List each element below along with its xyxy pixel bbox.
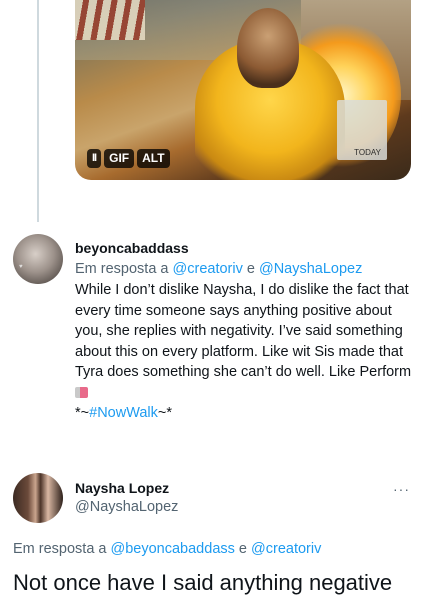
pause-icon[interactable]: II [87,149,102,168]
gif-media[interactable]: TODAY II GIF ALT [75,0,411,180]
display-name[interactable]: Naysha Lopez [75,480,169,496]
reply-prefix: Em resposta a [13,541,111,557]
thread-connector-line [37,0,39,222]
mention-link-creatoriv[interactable]: @creatoriv [251,541,321,557]
avatar-watermark: ♥ [19,264,23,270]
gif-awning [75,0,145,40]
gif-person [237,8,299,88]
tweet-body: While I don’t dislike Naysha, I do disli… [75,282,412,380]
tweet-text: While I don’t dislike Naysha, I do disli… [75,280,415,424]
mention-link-beyoncabaddass[interactable]: @beyoncabaddass [111,541,235,557]
reply-context: Em resposta a @beyoncabaddass e @creator… [13,541,321,557]
gif-badge: GIF [104,149,135,168]
media-badges: II GIF ALT [87,149,170,168]
gif-sign-text: TODAY [354,148,381,157]
avatar[interactable]: ♥ [13,234,63,284]
reply-joiner: e [234,541,252,557]
tweet-text: Not once have I said anything negative [13,570,393,595]
more-options-icon[interactable]: ··· [393,481,410,497]
display-name[interactable]: beyoncabaddass [75,240,189,256]
hashtag-suffix: ~* [157,405,173,421]
mention-link-creatoriv[interactable]: @creatoriv [173,261,243,277]
alt-badge[interactable]: ALT [137,149,170,168]
user-handle[interactable]: @NayshaLopez [75,499,178,515]
avatar[interactable] [13,473,63,523]
mention-link-nayshalopez[interactable]: @NayshaLopez [259,261,362,277]
reply-context: Em resposta a @creatoriv e @NayshaLopez [75,261,362,277]
reply-prefix: Em resposta a [75,261,173,277]
scissors-emoji-icon [75,387,88,399]
hashtag-link[interactable]: #NowWalk [89,405,158,421]
reply-joiner: e [242,261,259,277]
hashtag-prefix: *~ [75,405,90,421]
